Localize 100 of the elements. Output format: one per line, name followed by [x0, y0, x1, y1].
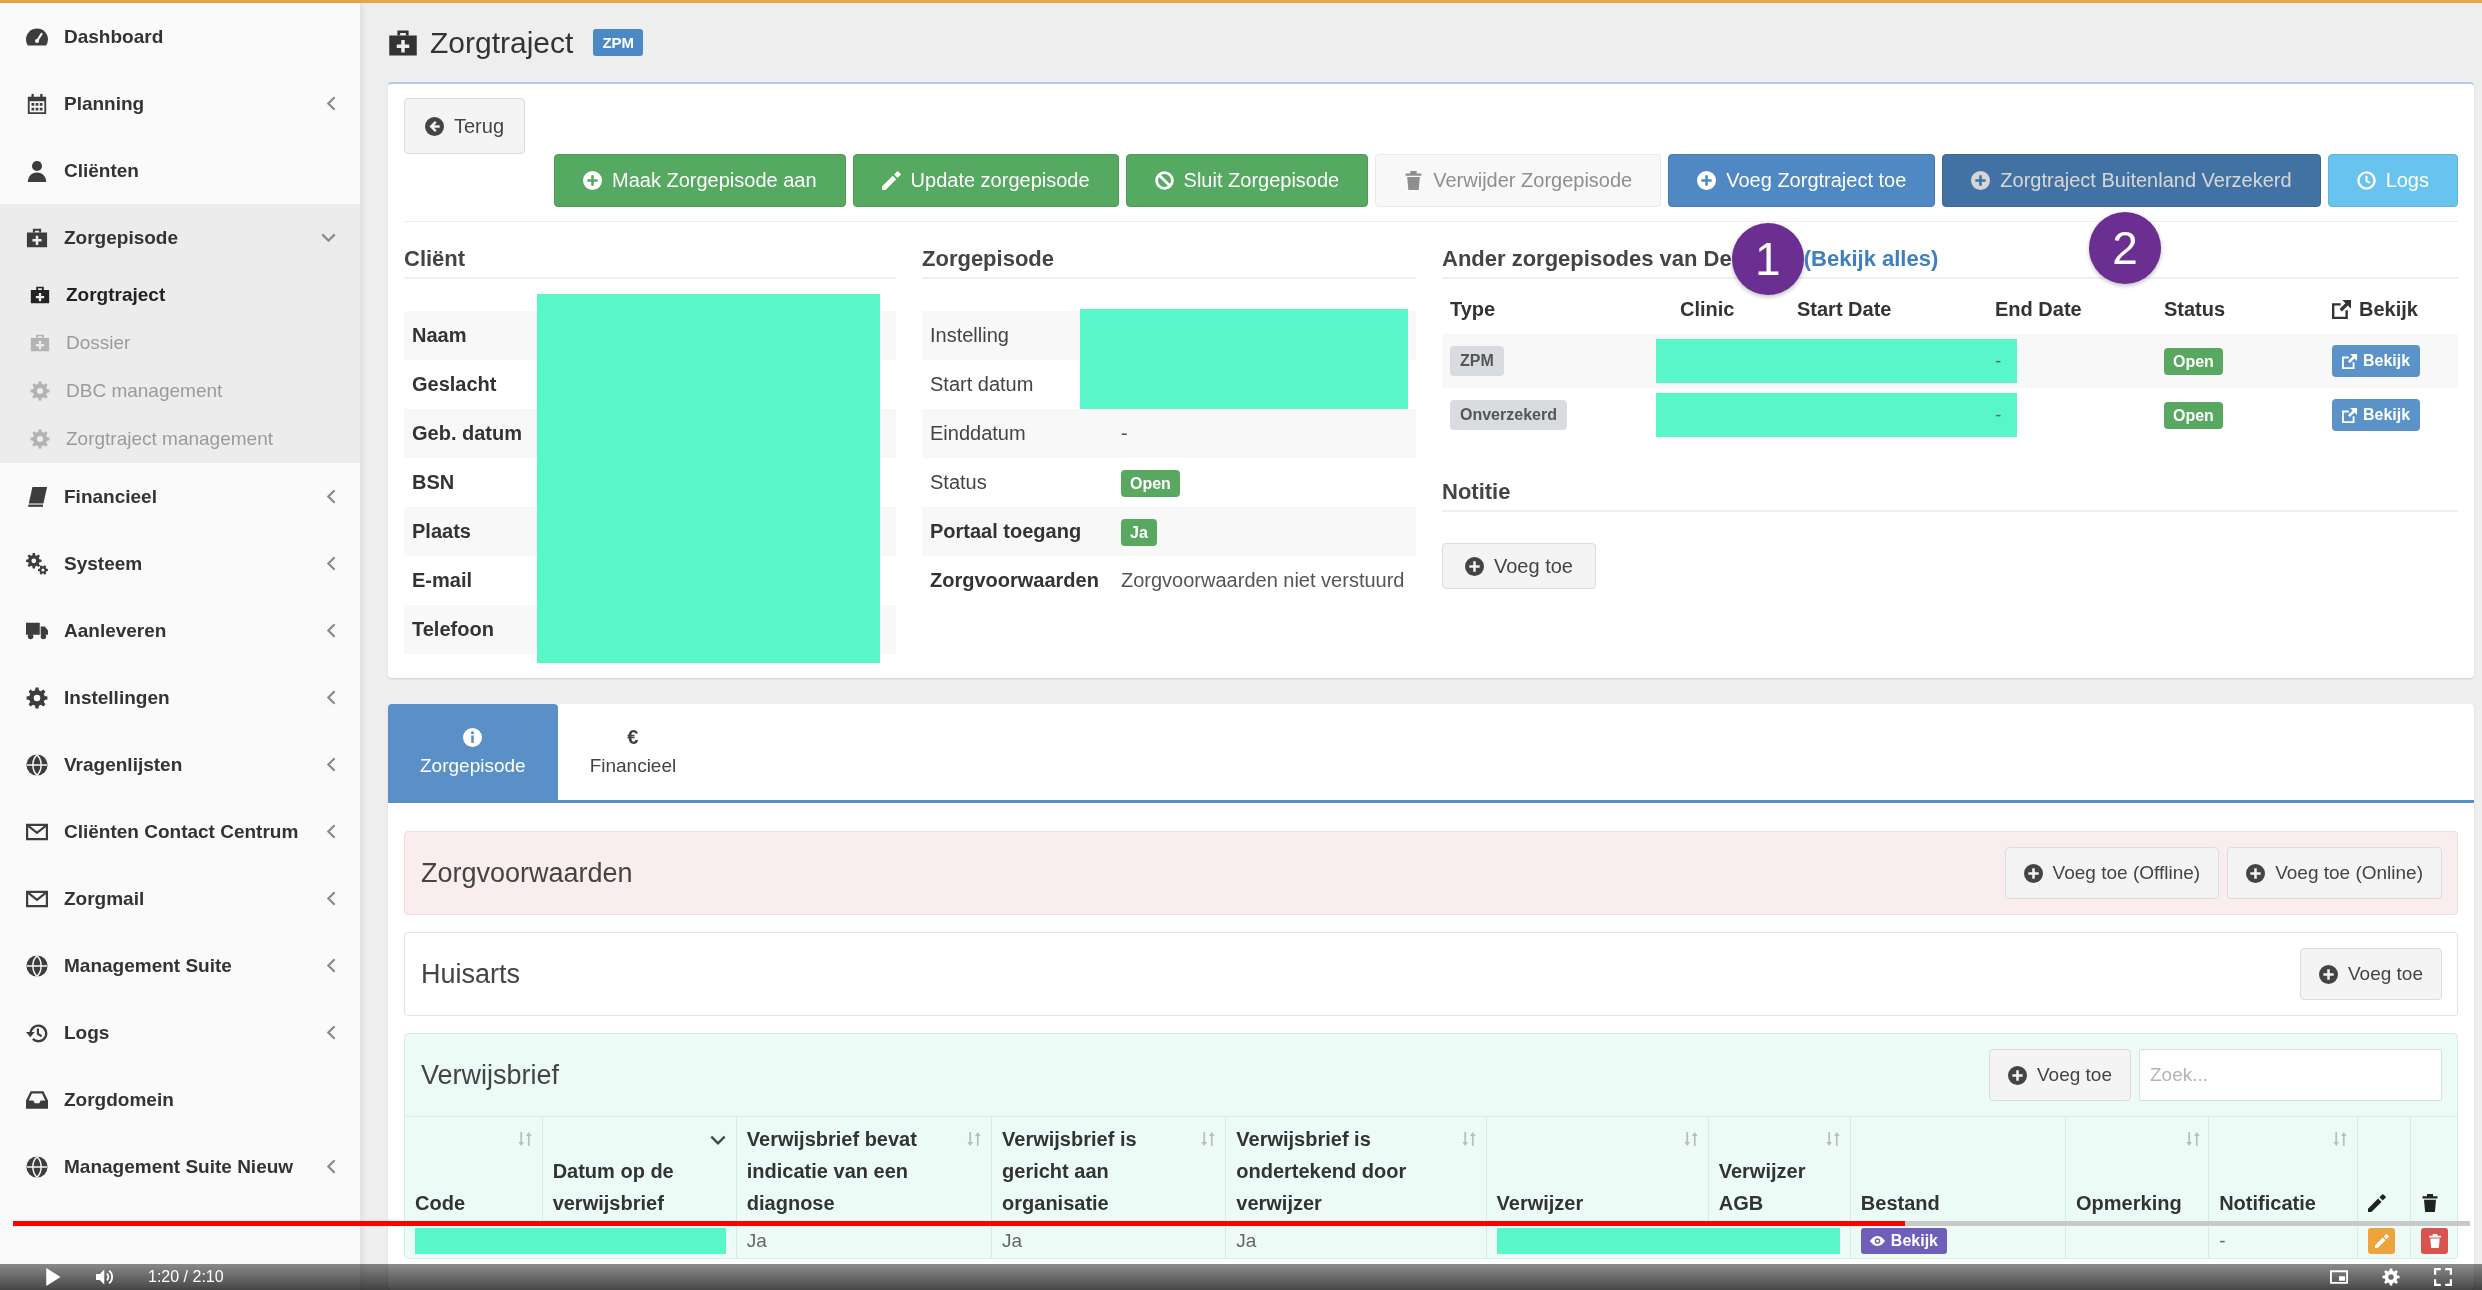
field-label: BSN: [411, 470, 456, 495]
chevron-left-icon: [327, 757, 336, 772]
type-badge: ZPM: [593, 29, 644, 56]
pencil-icon: [2374, 1234, 2389, 1248]
table-cell: -: [1995, 404, 2002, 425]
field-label: Telefoon: [411, 617, 495, 642]
column-header: Bestand: [1860, 1191, 1941, 1216]
gears-icon: [26, 552, 48, 575]
status-badge: Open: [2164, 401, 2223, 429]
step-marker: 1: [1731, 223, 1804, 295]
chevron-down-icon: [321, 233, 336, 242]
external-link-icon: [2332, 299, 2351, 319]
field-label: Start datum: [929, 372, 1035, 397]
chevron-left-icon: [327, 891, 336, 906]
sidebar-item[interactable]: Management Suite: [0, 932, 360, 999]
sidebar-subitem[interactable]: Zorgtraject: [0, 271, 360, 319]
field-label: Zorgvoorwaarden: [929, 568, 1100, 593]
video-progress-track[interactable]: [13, 1221, 2470, 1226]
column-header: Status: [2164, 297, 2226, 321]
sidebar-item[interactable]: Management Suite Nieuw: [0, 1133, 360, 1200]
add-button[interactable]: Voeg toe (Offline): [2004, 847, 2220, 899]
calendar-icon: [26, 92, 48, 115]
chevron-left-icon: [327, 489, 336, 504]
chevron-left-icon: [327, 623, 336, 638]
column-header: Opmerking: [2076, 1191, 2182, 1216]
field-label: Geslacht: [411, 372, 498, 397]
column-header: Verwijsbrief is ondertekend door verwijzer: [1236, 1127, 1408, 1216]
sidebar-item[interactable]: Financieel: [0, 463, 360, 530]
fullscreen-icon[interactable]: [2434, 1268, 2452, 1286]
field-label: Geb. datum: [411, 421, 523, 446]
field-label: Einddatum: [929, 421, 1027, 446]
table-cell: -: [1995, 350, 2002, 371]
tab[interactable]: € Financieel: [557, 704, 709, 800]
external-link-icon: [2342, 353, 2357, 369]
sidebar-item[interactable]: Zorgdomein: [0, 1066, 360, 1133]
type-badge: Onverzekerd: [1450, 400, 1567, 430]
field-label: Instelling: [929, 323, 1010, 348]
field-value: Zorgvoorwaarden niet verstuurd: [1121, 568, 1406, 593]
type-badge: ZPM: [1450, 346, 1504, 376]
screen-icon[interactable]: [2330, 1268, 2348, 1286]
add-button[interactable]: Voeg toe: [2299, 948, 2442, 1000]
sidebar-item[interactable]: Planning: [0, 70, 360, 137]
volume-icon[interactable]: [96, 1268, 114, 1286]
table-cell: Ja: [746, 1230, 767, 1251]
add-button[interactable]: Voeg toe: [1442, 543, 1596, 589]
section-title: Verwijsbrief: [421, 1059, 561, 1091]
sidebar-item[interactable]: Zorgmail: [0, 865, 360, 932]
sidebar-item[interactable]: Logs: [0, 999, 360, 1066]
sidebar-item[interactable]: Dashboard: [0, 3, 360, 70]
column-header: Code: [415, 1191, 466, 1216]
add-button[interactable]: Voeg toe: [1988, 1049, 2131, 1101]
chevron-left-icon: [327, 556, 336, 571]
trash-icon: [2427, 1234, 2442, 1248]
add-button[interactable]: Voeg toe (Online): [2227, 847, 2442, 899]
gear-icon: [26, 686, 48, 709]
eye-icon: [1869, 1236, 1885, 1246]
pencil-icon: [881, 171, 901, 190]
play-icon[interactable]: [44, 1268, 62, 1286]
field-label: Plaats: [411, 519, 472, 544]
chevron-left-icon: [327, 958, 336, 973]
action-button[interactable]: Voeg Zorgtraject toe: [1668, 154, 1936, 207]
settings-icon[interactable]: [2382, 1268, 2400, 1286]
column-header: Bekijk: [2359, 297, 2418, 321]
status-badge: Open: [2164, 347, 2223, 375]
section-heading: Notitie: [1442, 474, 2458, 512]
gear-icon: [30, 381, 50, 401]
table-cell: -: [2219, 1230, 2226, 1251]
back-button[interactable]: Terug: [404, 98, 526, 154]
chevron-left-icon: [327, 1025, 336, 1040]
trash-icon: [1404, 171, 1424, 190]
sidebar-item[interactable]: Cliënten Contact Centrum: [0, 798, 360, 865]
status-badge: Open: [1121, 470, 1180, 497]
ban-icon: [1154, 171, 1174, 190]
field-label: Status: [929, 470, 988, 495]
column-header: Verwijzer AGB: [1718, 1159, 1807, 1216]
section-heading: Zorgepisode: [922, 241, 1416, 279]
column-header: Datum op de verwijsbrief: [552, 1159, 675, 1216]
chevron-left-icon: [327, 96, 336, 111]
section-title: Huisarts: [421, 958, 522, 990]
view-all-link[interactable]: (Bekijk alles): [1803, 246, 1939, 272]
chevron-left-icon: [327, 690, 336, 705]
view-file-button[interactable]: Bekijk: [1860, 1228, 1947, 1254]
section-title: Zorgvoorwaarden: [421, 857, 634, 889]
search-field[interactable]: Zoek...: [2139, 1049, 2442, 1101]
column-header: Verwijzer: [1496, 1191, 1585, 1216]
sidebar-item[interactable]: Zorgepisode: [0, 204, 360, 271]
sidebar-item[interactable]: Cliënten: [0, 137, 360, 204]
sidebar-item[interactable]: Aanleveren: [0, 597, 360, 664]
external-link-icon: [2342, 407, 2357, 423]
chevron-left-icon: [327, 1159, 336, 1174]
sidebar-item[interactable]: Vragenlijsten: [0, 731, 360, 798]
column-header: Verwijsbrief is gericht aan organisatie: [1002, 1127, 1138, 1216]
column-header: Notificatie: [2219, 1191, 2317, 1216]
info-icon: [463, 727, 483, 747]
field-label: E-mail: [411, 568, 474, 593]
column-header: Verwijsbrief bevat indicatie van een diagnose: [746, 1127, 918, 1216]
sidebar-item[interactable]: Systeem: [0, 530, 360, 597]
sidebar-item[interactable]: Instellingen: [0, 664, 360, 731]
delete-button[interactable]: [2421, 1228, 2449, 1254]
table-cell: Ja: [1236, 1230, 1257, 1251]
